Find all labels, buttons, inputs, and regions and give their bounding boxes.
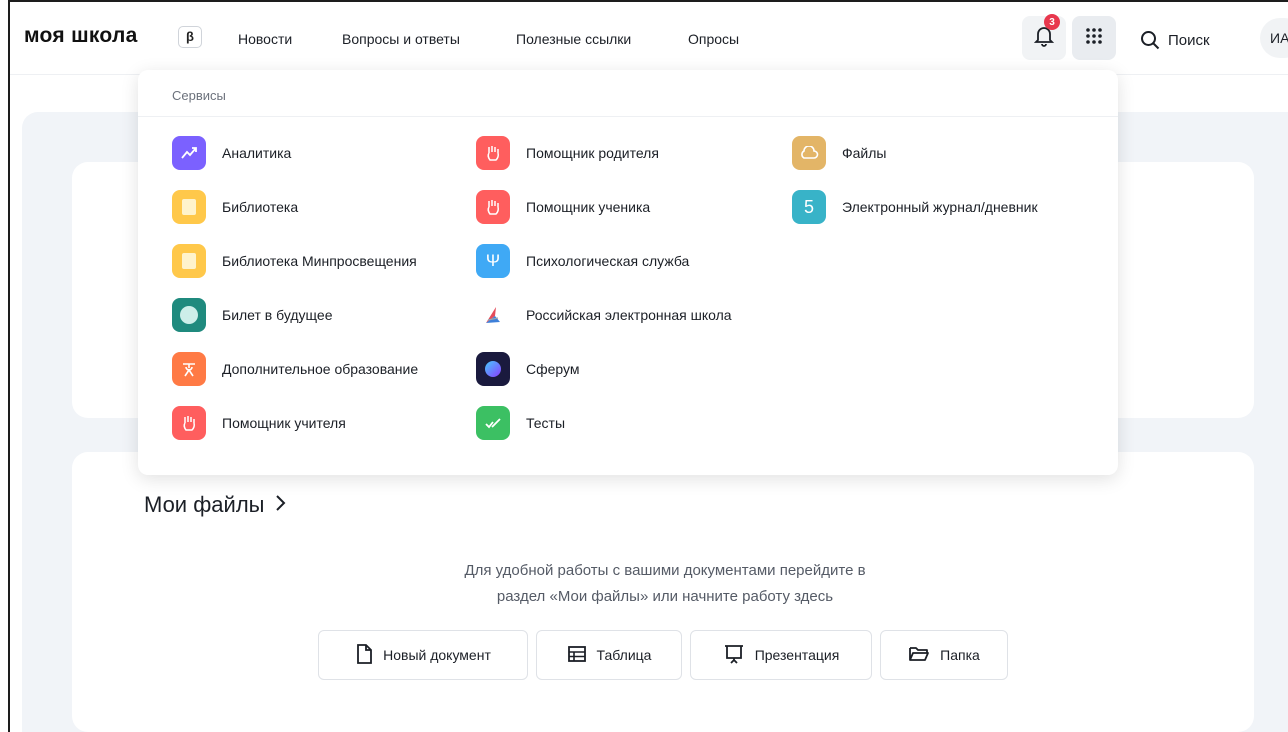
folder-icon <box>908 645 930 666</box>
chart-icon <box>172 136 206 170</box>
avatar[interactable]: ИА <box>1260 18 1288 58</box>
services-title: Сервисы <box>172 88 226 103</box>
cloud-icon <box>792 136 826 170</box>
service-tests[interactable]: Тесты <box>476 406 565 440</box>
search-button[interactable]: Поиск <box>1140 30 1210 50</box>
document-icon <box>355 643 373 667</box>
services-menu-button[interactable] <box>1072 16 1116 60</box>
notifications-count-badge: 3 <box>1044 14 1060 30</box>
folder-button[interactable]: Папка <box>880 630 1008 680</box>
my-files-title: Мои файлы <box>144 492 265 517</box>
presentation-button[interactable]: Презентация <box>690 630 872 680</box>
nav-faq[interactable]: Вопросы и ответы <box>342 31 460 47</box>
hand-icon <box>476 190 510 224</box>
app-window: Мои файлы Для удобной работы с вашими до… <box>8 0 1288 732</box>
hand-icon <box>172 406 206 440</box>
nav-news[interactable]: Новости <box>238 31 292 47</box>
search-label: Поиск <box>1168 31 1210 49</box>
divider <box>138 116 1118 117</box>
services-dropdown: Сервисы Аналитика Библиотека Библиотека … <box>138 70 1118 475</box>
service-library[interactable]: Библиотека <box>172 190 298 224</box>
psi-icon: Ψ <box>476 244 510 278</box>
service-student-assistant[interactable]: Помощник ученика <box>476 190 650 224</box>
presentation-icon <box>723 644 745 667</box>
hand-icon <box>476 136 510 170</box>
logo[interactable]: моя школа <box>24 24 138 48</box>
service-teacher-assistant[interactable]: Помощник учителя <box>172 406 346 440</box>
service-resh[interactable]: Российская электронная школа <box>476 298 732 332</box>
book-icon <box>172 244 206 278</box>
new-document-button[interactable]: Новый документ <box>318 630 528 680</box>
nav-polls[interactable]: Опросы <box>688 31 739 47</box>
service-files[interactable]: Файлы <box>792 136 886 170</box>
resh-icon <box>476 298 510 332</box>
service-library-minpros[interactable]: Библиотека Минпросвещения <box>172 244 417 278</box>
service-additional-education[interactable]: Дополнительное образование <box>172 352 418 386</box>
book-icon <box>172 190 206 224</box>
service-ticket-to-future[interactable]: Билет в будущее <box>172 298 332 332</box>
grade-five-icon: 5 <box>792 190 826 224</box>
service-psychological[interactable]: Ψ Психологическая служба <box>476 244 689 278</box>
grid-dots-icon <box>1085 27 1103 50</box>
service-analytics[interactable]: Аналитика <box>172 136 291 170</box>
service-parent-assistant[interactable]: Помощник родителя <box>476 136 659 170</box>
search-icon <box>1140 30 1160 50</box>
beta-badge: β <box>178 26 202 48</box>
nav-useful-links[interactable]: Полезные ссылки <box>516 31 631 47</box>
table-icon <box>567 645 587 666</box>
service-electronic-journal[interactable]: 5 Электронный журнал/дневник <box>792 190 1038 224</box>
globe-icon <box>172 298 206 332</box>
service-sferum[interactable]: Сферум <box>476 352 580 386</box>
my-files-link[interactable]: Мои файлы <box>144 492 286 518</box>
check-icon <box>476 406 510 440</box>
table-button[interactable]: Таблица <box>536 630 682 680</box>
top-navbar: моя школа β Новости Вопросы и ответы Пол… <box>10 2 1288 75</box>
notifications-button[interactable]: 3 <box>1022 14 1066 60</box>
chevron-right-icon <box>274 492 286 518</box>
teacher-icon <box>172 352 206 386</box>
sferum-icon <box>476 352 510 386</box>
my-files-description: Для удобной работы с вашими документами … <box>464 562 866 605</box>
